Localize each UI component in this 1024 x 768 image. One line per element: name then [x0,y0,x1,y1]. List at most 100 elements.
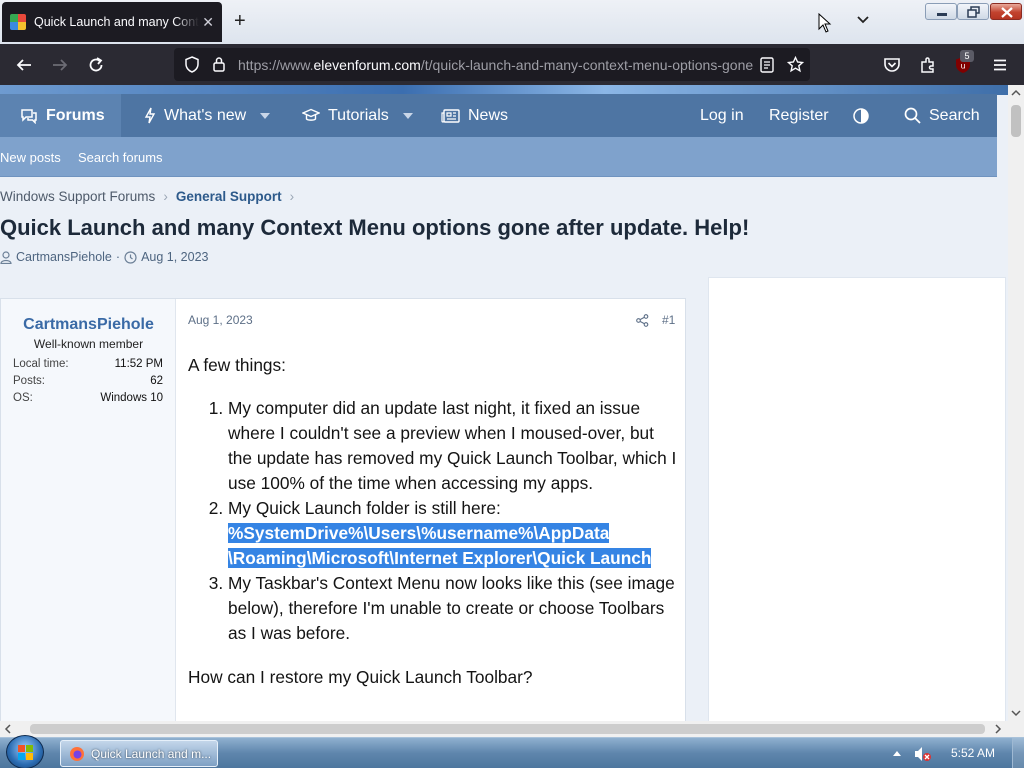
meta-separator: · [115,250,121,264]
nav-news[interactable]: News [441,94,508,137]
sidebar-ad-area [708,277,1006,721]
clock-icon [124,250,137,264]
list-item: My Taskbar's Context Menu now looks like… [228,571,678,646]
close-icon [1001,7,1013,18]
close-window-button[interactable] [990,3,1022,20]
stat-value: 11:52 PM [114,358,163,370]
breadcrumb-current[interactable]: General Support [176,189,282,204]
stat-value: Windows 10 [100,392,163,404]
url-path: /t/quick-launch-and-many-context-menu-op… [420,57,753,73]
minimize-button[interactable] [925,3,957,20]
lightning-bolt-icon [144,107,156,124]
post-date[interactable]: Aug 1, 2023 [188,313,253,327]
volume-muted-icon[interactable] [914,746,932,762]
nav-tutorials-label: Tutorials [328,106,389,124]
stat-label: Posts: [13,375,45,387]
post-question: How can I restore my Quick Launch Toolba… [188,667,533,687]
new-tab-button[interactable]: + [234,10,246,32]
post-body: A few things: My computer did an update … [188,353,678,690]
user-icon [0,250,12,264]
newspaper-icon [441,108,460,123]
register-link[interactable]: Register [769,94,829,137]
reload-icon[interactable] [87,56,105,74]
graduation-cap-icon [302,108,320,121]
share-icon[interactable] [636,314,649,327]
list-item: My Quick Launch folder is still here: %S… [228,496,678,571]
search-forums-link[interactable]: Search forums [78,150,163,165]
new-posts-link[interactable]: New posts [0,150,61,165]
browser-toolbar: https://www.elevenforum.com/t/quick-laun… [0,44,1024,85]
post-intro: A few things: [188,355,286,375]
firefox-icon [70,746,84,761]
login-link[interactable]: Log in [700,94,744,137]
tray-chevron-up-icon[interactable] [892,750,902,757]
nav-tutorials[interactable]: Tutorials [302,94,413,137]
scroll-up-icon[interactable] [1011,89,1021,97]
stat-local-time: Local time: 11:52 PM [13,358,163,370]
sub-nav-bar: New posts Search forums [0,137,997,177]
minimize-icon [937,13,947,16]
start-button[interactable] [6,735,44,768]
thread-date[interactable]: Aug 1, 2023 [141,250,208,264]
post-number[interactable]: #1 [662,313,675,327]
url-domain: elevenforum.com [313,57,421,73]
stat-label: OS: [13,392,33,404]
hamburger-menu-icon[interactable] [991,56,1009,74]
back-arrow-icon[interactable] [15,56,33,74]
post-username[interactable]: CartmansPiehole [1,316,176,334]
tab-close-icon[interactable]: ✕ [202,14,214,31]
taskbar-clock[interactable]: 5:52 AM [951,746,995,760]
scroll-left-icon[interactable] [4,724,12,734]
post-message: CartmansPiehole Well-known member Local … [0,298,686,721]
nav-forums-label: Forums [46,106,105,124]
taskbar-firefox-item[interactable]: Quick Launch and m... [60,740,218,767]
theme-toggle-button[interactable] [852,94,878,137]
login-label: Log in [700,106,744,124]
mouse-cursor-icon [818,13,832,33]
address-bar[interactable]: https://www.elevenforum.com/t/quick-laun… [174,48,810,81]
list-all-tabs-icon[interactable] [855,14,871,26]
forum-nav-bar: Forums What's new Tutorials News Log in … [0,94,997,137]
reader-view-icon[interactable] [760,57,774,73]
extensions-puzzle-icon[interactable] [919,56,937,74]
post-list: My computer did an update last night, it… [228,396,678,646]
nav-forums[interactable]: Forums [0,94,121,137]
pocket-icon[interactable] [883,56,901,74]
thread-author[interactable]: CartmansPiehole [16,250,112,264]
windows-taskbar: Quick Launch and m... 5:52 AM [0,735,1024,768]
stat-posts: Posts: 62 [13,375,163,387]
tab-title: Quick Launch and many Conte [34,15,199,29]
user-title: Well-known member [33,337,144,351]
restore-button[interactable] [957,3,989,20]
forward-arrow-icon[interactable] [51,56,69,74]
bookmark-star-icon[interactable] [787,56,804,73]
register-label: Register [769,106,829,124]
horizontal-scrollbar[interactable] [0,721,1024,737]
lock-icon[interactable] [212,56,226,73]
scroll-right-icon[interactable] [994,724,1002,734]
url-text[interactable]: https://www.elevenforum.com/t/quick-laun… [238,57,753,73]
nav-whats-new[interactable]: What's new [144,94,271,137]
shield-icon[interactable] [184,56,200,73]
stat-value: 62 [150,375,163,387]
breadcrumb-root[interactable]: Windows Support Forums [0,189,155,204]
search-icon [904,107,921,124]
show-desktop-button[interactable] [1012,738,1024,768]
chevron-right-icon: › [163,189,168,204]
vertical-scrollbar[interactable] [1008,85,1024,721]
page-viewport: Forums What's new Tutorials News Log in … [0,85,1008,721]
chevron-down-icon[interactable] [402,112,413,119]
list-item-text: My Quick Launch folder is still here: [228,498,501,518]
scroll-down-icon[interactable] [1011,709,1021,717]
search-button[interactable]: Search [904,94,980,137]
browser-tab-active[interactable]: Quick Launch and many Conte ✕ [2,2,222,42]
tab-strip: Quick Launch and many Conte ✕ + [0,0,1024,44]
chat-bubbles-icon [21,108,37,124]
site-favicon-icon [10,14,26,30]
taskbar-item-label: Quick Launch and m... [91,746,212,761]
highlighted-path-line-1: %SystemDrive%\Users\%username%\AppData [228,523,610,543]
vertical-scroll-thumb[interactable] [1011,105,1021,137]
breadcrumb: Windows Support Forums › General Support › [0,189,302,204]
chevron-down-icon[interactable] [260,112,271,119]
horizontal-scroll-thumb[interactable] [30,724,985,734]
